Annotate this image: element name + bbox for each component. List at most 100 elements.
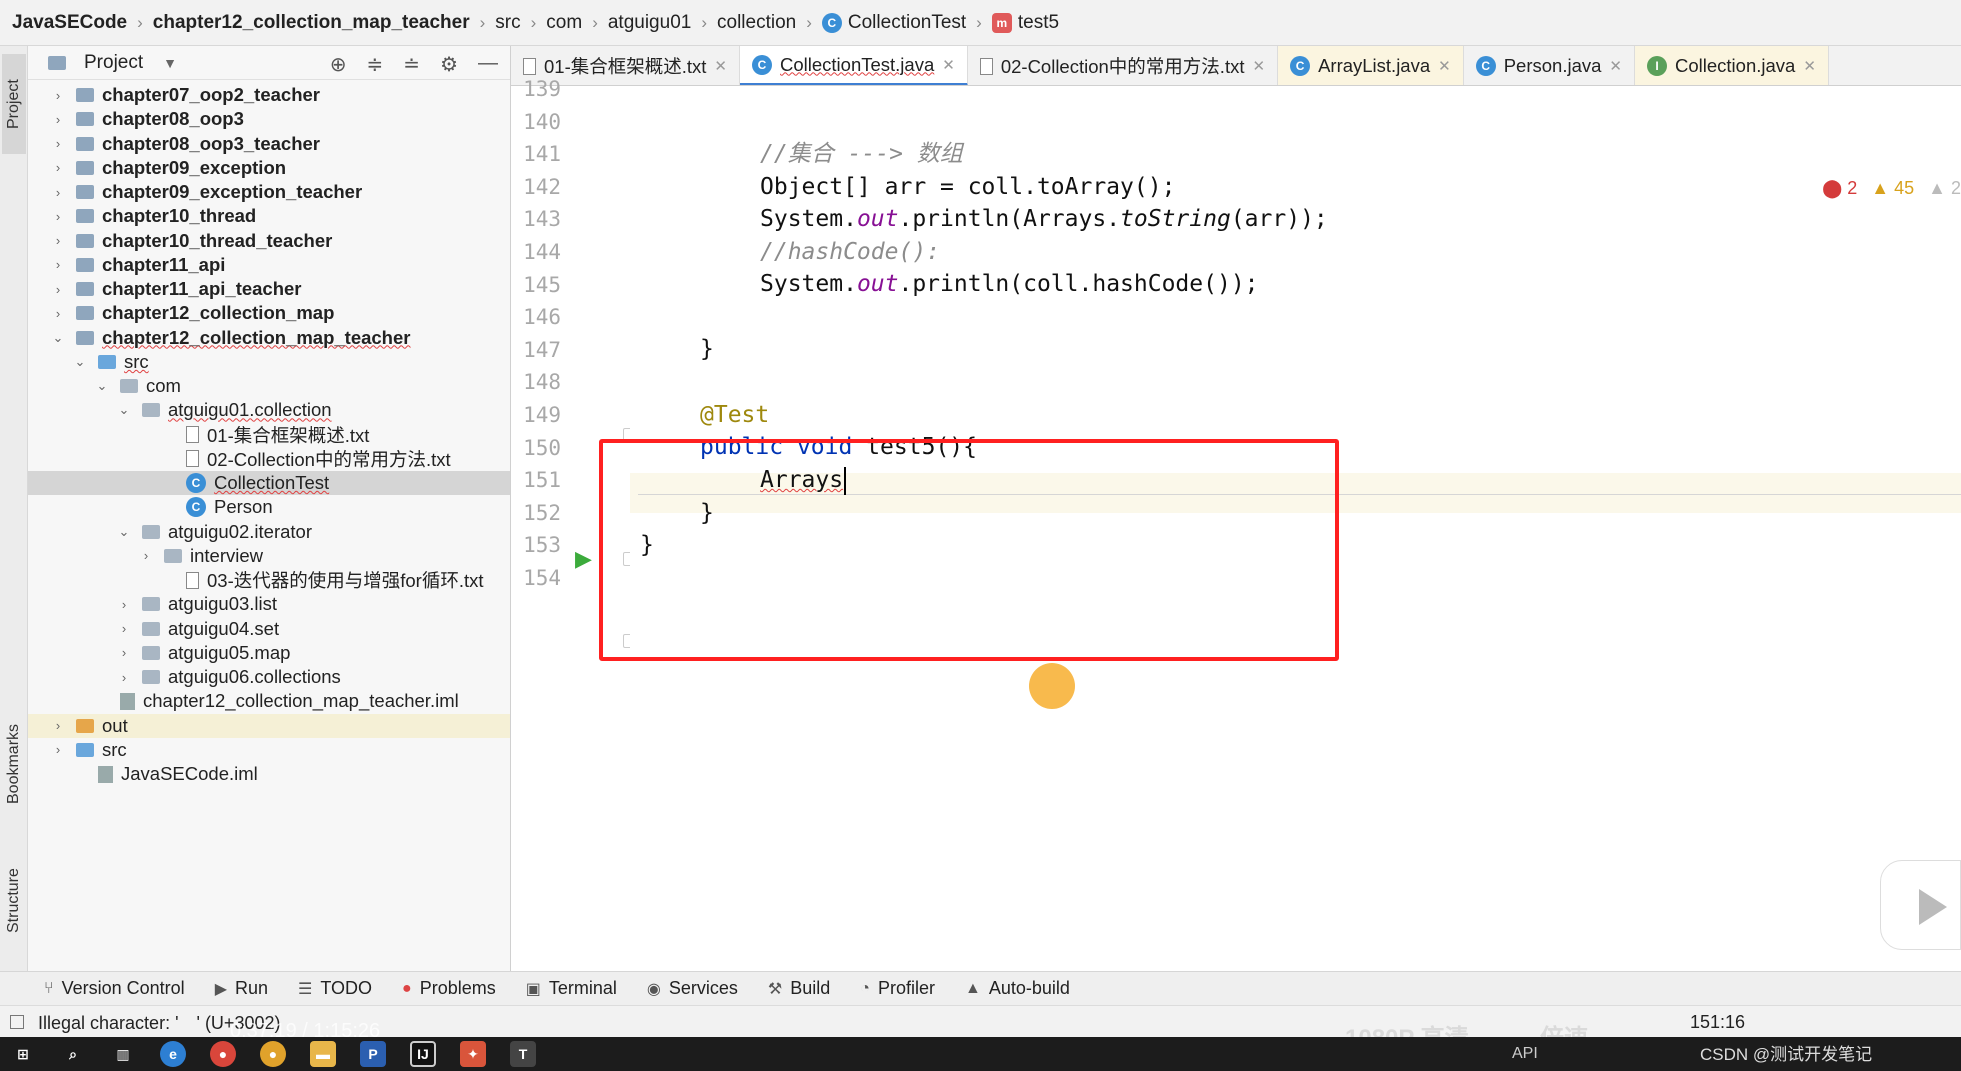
tree-item[interactable]: 02-Collection中的常用方法.txt [28, 447, 510, 471]
tree-item[interactable]: › chapter11_api_teacher [28, 277, 510, 301]
breadcrumb-package[interactable]: atguigu01 [608, 12, 691, 34]
chevron-down-icon[interactable]: ⌄ [50, 330, 66, 346]
tree-item[interactable]: › chapter12_collection_map [28, 301, 510, 325]
chevron-right-icon[interactable]: › [50, 306, 66, 321]
breadcrumb-com[interactable]: com [546, 12, 582, 34]
tree-item[interactable]: › chapter10_thread [28, 204, 510, 228]
tab-collectiontest-java[interactable]: C CollectionTest.java ✕ [740, 46, 968, 85]
close-icon[interactable]: ✕ [1438, 57, 1451, 75]
tool-auto-build[interactable]: ▲ Auto-build [965, 978, 1070, 999]
chevron-right-icon[interactable]: › [116, 670, 132, 685]
play-button[interactable] [1880, 860, 1961, 950]
tool-todo[interactable]: ☰ TODO [298, 978, 372, 999]
chevron-right-icon[interactable]: › [138, 548, 154, 563]
tree-item[interactable]: › atguigu05.map [28, 641, 510, 665]
task-view-icon[interactable]: ▥ [110, 1041, 136, 1067]
chevron-right-icon[interactable]: › [50, 209, 66, 224]
collapse-all-icon[interactable]: ≐ [403, 52, 420, 77]
tree-item[interactable]: › out [28, 713, 510, 738]
tab-arraylist-java[interactable]: C ArrayList.java ✕ [1278, 46, 1464, 85]
chevron-right-icon[interactable]: › [50, 185, 66, 200]
weak-warning-count[interactable]: ▲ 2 [1928, 178, 1961, 199]
tree-item[interactable]: › atguigu06.collections [28, 665, 510, 689]
chevron-right-icon[interactable]: › [50, 88, 66, 103]
bookmarks-tool-tab[interactable]: Bookmarks [2, 704, 26, 824]
tree-item[interactable]: › src [28, 738, 510, 762]
project-tool-tab[interactable]: Project [2, 54, 26, 154]
tree-item[interactable]: C Person [28, 495, 510, 519]
tool-profiler[interactable]: ◔ Profiler [860, 978, 935, 999]
tree-item[interactable]: 01-集合框架概述.txt [28, 423, 510, 447]
inspection-widget[interactable]: ⬤ 2 ▲ 45 ▲ 2 [1822, 178, 1961, 199]
tree-item[interactable]: › chapter09_exception [28, 156, 510, 180]
warning-count[interactable]: ▲ 45 [1871, 178, 1914, 199]
chevron-right-icon[interactable]: › [50, 136, 66, 151]
chevron-right-icon[interactable]: › [116, 621, 132, 636]
close-icon[interactable]: ✕ [1252, 57, 1265, 75]
tree-item[interactable]: ⌄ com [28, 374, 510, 398]
tree-item[interactable]: › interview [28, 544, 510, 568]
tool-version-control[interactable]: ⑂ Version Control [44, 978, 185, 999]
expand-all-icon[interactable]: ≑ [367, 52, 384, 77]
minimize-icon[interactable]: — [478, 52, 498, 77]
tree-item[interactable]: › chapter07_oop2_teacher [28, 83, 510, 107]
gear-icon[interactable]: ⚙ [440, 52, 458, 77]
structure-tool-tab[interactable]: Structure [2, 846, 26, 956]
breadcrumb-src[interactable]: src [495, 12, 520, 34]
breadcrumb-subpackage[interactable]: collection [717, 12, 796, 34]
tree-item[interactable]: 03-迭代器的使用与增强for循环.txt [28, 568, 510, 592]
breadcrumb-class[interactable]: CollectionTest [848, 12, 966, 34]
chrome-icon[interactable]: ● [210, 1041, 236, 1067]
error-count[interactable]: ⬤ 2 [1822, 178, 1857, 199]
tree-item[interactable]: ⌄ chapter12_collection_map_teacher [28, 326, 510, 350]
chevron-right-icon[interactable]: › [50, 112, 66, 127]
chevron-down-icon[interactable]: ⌄ [116, 402, 132, 418]
tree-item[interactable]: ⌄ atguigu01.collection [28, 398, 510, 422]
chevron-right-icon[interactable]: › [50, 160, 66, 175]
tree-item[interactable]: › chapter08_oop3_teacher [28, 132, 510, 156]
chevron-right-icon[interactable]: › [50, 282, 66, 297]
chevron-down-icon[interactable]: ▼ [163, 55, 177, 71]
chevron-right-icon[interactable]: › [116, 645, 132, 660]
tab-collection-java[interactable]: I Collection.java ✕ [1635, 46, 1829, 85]
typora-icon[interactable]: T [510, 1041, 536, 1067]
tab-person-java[interactable]: C Person.java ✕ [1464, 46, 1635, 85]
caret-position[interactable]: 151:16 [1690, 1012, 1745, 1033]
chrome-icon[interactable]: ● [260, 1041, 286, 1067]
chevron-right-icon[interactable]: › [50, 257, 66, 272]
tree-item[interactable]: › chapter08_oop3 [28, 107, 510, 131]
app-icon[interactable]: ✦ [460, 1041, 486, 1067]
chevron-right-icon[interactable]: › [116, 597, 132, 612]
project-panel-title[interactable]: Project [84, 52, 143, 74]
close-icon[interactable]: ✕ [942, 56, 955, 74]
tree-item[interactable]: chapter12_collection_map_teacher.iml [28, 689, 510, 713]
run-test-icon[interactable]: ▶ [575, 546, 592, 572]
chevron-right-icon[interactable]: › [50, 718, 66, 733]
tree-item[interactable]: JavaSECode.iml [28, 762, 510, 786]
tree-item[interactable]: › atguigu04.set [28, 617, 510, 641]
tree-item[interactable]: ⌄ atguigu02.iterator [28, 520, 510, 544]
tool-problems[interactable]: ● Problems [402, 978, 496, 999]
close-icon[interactable]: ✕ [1803, 57, 1816, 75]
intellij-icon[interactable]: IJ [410, 1041, 436, 1067]
tab-collection-methods-txt[interactable]: 02-Collection中的常用方法.txt ✕ [968, 46, 1279, 85]
close-icon[interactable]: ✕ [1609, 57, 1622, 75]
tree-item[interactable]: › atguigu03.list [28, 592, 510, 616]
tree-item[interactable]: › chapter10_thread_teacher [28, 229, 510, 253]
chevron-right-icon[interactable]: › [50, 233, 66, 248]
breadcrumb-method[interactable]: test5 [1018, 12, 1059, 34]
tree-item[interactable]: › chapter09_exception_teacher [28, 180, 510, 204]
chevron-right-icon[interactable]: › [50, 742, 66, 757]
tree-item[interactable]: C CollectionTest [28, 471, 510, 495]
tree-item[interactable]: › chapter11_api [28, 253, 510, 277]
file-explorer-icon[interactable]: ▬ [310, 1041, 336, 1067]
search-icon[interactable]: ⌕ [60, 1041, 86, 1067]
tool-services[interactable]: ◉ Services [647, 978, 738, 999]
tree-item[interactable]: ⌄ src [28, 350, 510, 374]
powerpoint-icon[interactable]: P [360, 1041, 386, 1067]
breadcrumb-project[interactable]: JavaSECode [12, 12, 127, 34]
edge-icon[interactable]: e [160, 1041, 186, 1067]
windows-start-icon[interactable]: ⊞ [10, 1041, 36, 1067]
tool-terminal[interactable]: ▣ Terminal [526, 978, 617, 999]
chevron-down-icon[interactable]: ⌄ [116, 524, 132, 540]
